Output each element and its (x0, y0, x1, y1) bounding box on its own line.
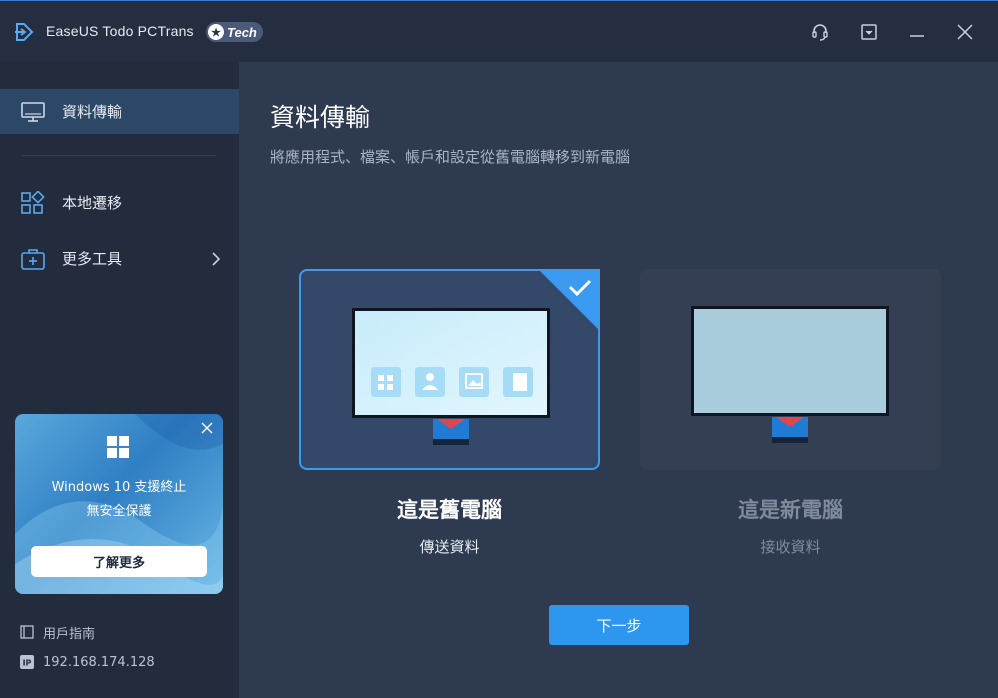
promo-title: Windows 10 支援終止 (51, 480, 187, 495)
minimize-button[interactable] (906, 21, 928, 43)
apps-grid-icon (21, 190, 45, 214)
sidebar-item-data-transfer[interactable]: 資料傳輸 (0, 89, 239, 134)
new-pc-card[interactable] (640, 269, 941, 470)
main-panel: 資料傳輸 將應用程式、檔案、帳戶和設定從舊電腦轉移到新電腦 這是舊電腦 傳送資料… (239, 62, 998, 698)
next-button[interactable]: 下一步 (549, 605, 689, 645)
title-bar: EaseUS Todo PCTrans ★ Tech (0, 0, 998, 62)
edition-badge: ★ Tech (206, 22, 263, 42)
ip-icon: IP (20, 655, 34, 669)
promo-card: Windows 10 支援終止 無安全保護 了解更多 (15, 414, 223, 594)
new-pc-title: 這是新電腦 (738, 498, 843, 522)
support-button[interactable] (809, 21, 831, 43)
promo-subtitle: 無安全保護 (86, 504, 152, 519)
menu-button[interactable] (858, 21, 880, 43)
old-pc-card[interactable] (299, 269, 600, 470)
windows-logo-icon (107, 436, 129, 458)
close-button[interactable] (954, 21, 976, 43)
star-icon: ★ (208, 24, 224, 40)
monitor-icon (21, 101, 45, 122)
svg-text:IP: IP (23, 659, 32, 668)
user-guide-label: 用戶指南 (43, 626, 96, 642)
chevron-right-icon (212, 251, 221, 266)
minimize-icon (910, 35, 924, 37)
close-icon (957, 24, 973, 40)
page-subtitle: 將應用程式、檔案、帳戶和設定從舊電腦轉移到新電腦 (270, 148, 631, 166)
learn-more-button[interactable]: 了解更多 (31, 546, 207, 577)
sidebar-item-label: 更多工具 (62, 250, 123, 268)
app-logo-icon (15, 23, 34, 41)
book-icon (20, 625, 34, 639)
toolbox-icon (21, 248, 45, 270)
sidebar: 資料傳輸 本地遷移 更多工具 Windows 10 支援終止 無安全保護 了解更… (0, 62, 239, 698)
old-pc-subtitle: 傳送資料 (419, 538, 480, 556)
old-pc-monitor-icon (352, 308, 550, 445)
app-title: EaseUS Todo PCTrans (46, 23, 194, 39)
edition-badge-label: Tech (227, 24, 257, 40)
sidebar-item-label: 本地遷移 (62, 194, 123, 212)
old-pc-title: 這是舊電腦 (397, 498, 502, 522)
sidebar-item-more-tools[interactable]: 更多工具 (0, 236, 239, 281)
dropdown-menu-icon (861, 24, 877, 40)
sidebar-item-label: 資料傳輸 (62, 103, 123, 121)
headset-icon (812, 24, 828, 41)
sidebar-item-local-migration[interactable]: 本地遷移 (0, 180, 239, 225)
new-pc-monitor-icon (691, 306, 889, 443)
ip-address: IP 192.168.174.128 (20, 653, 155, 671)
user-guide-link[interactable]: 用戶指南 (20, 623, 96, 642)
page-title: 資料傳輸 (270, 103, 371, 132)
sidebar-divider (22, 155, 216, 156)
ip-address-label: 192.168.174.128 (43, 654, 155, 670)
promo-close-icon[interactable] (201, 422, 213, 434)
new-pc-subtitle: 接收資料 (760, 538, 821, 556)
